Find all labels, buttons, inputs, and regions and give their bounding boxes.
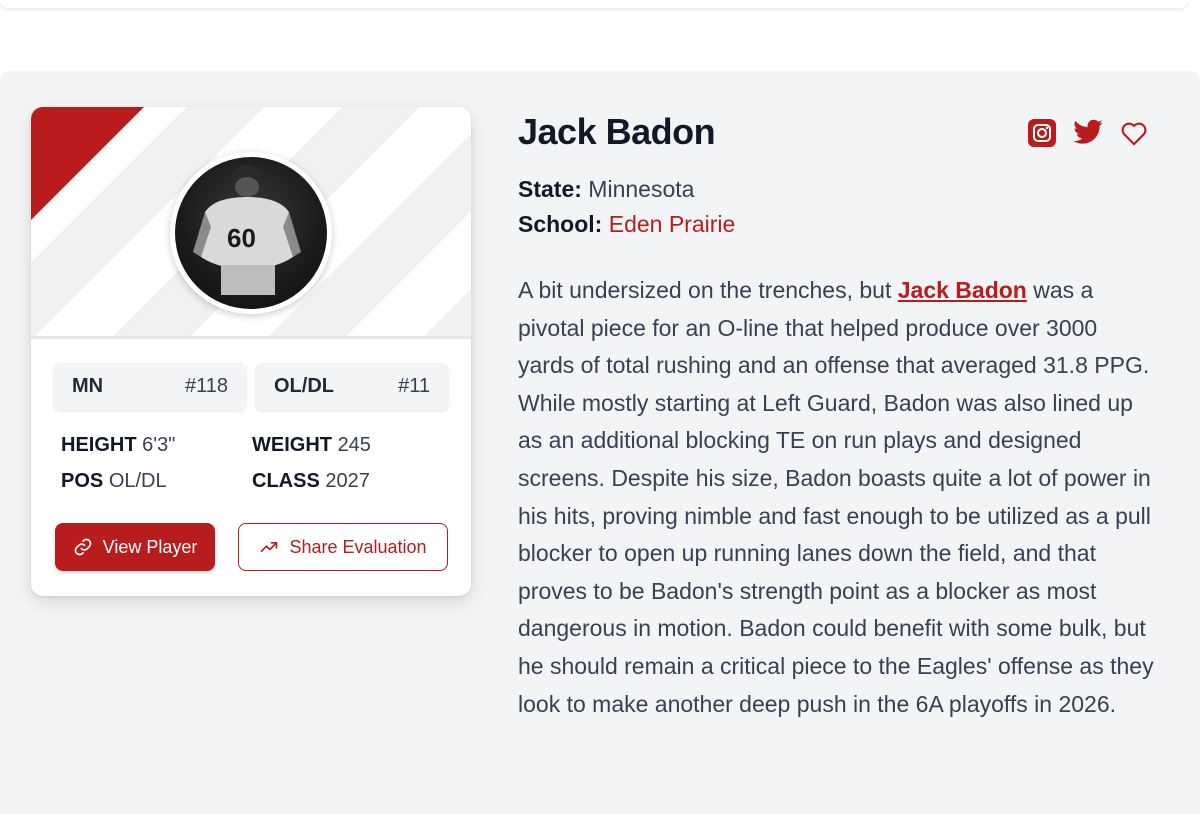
- heart-icon[interactable]: [1118, 117, 1150, 149]
- view-player-button[interactable]: View Player: [55, 523, 215, 571]
- card-hero-banner: 60: [31, 107, 471, 339]
- stat-pos: POS OL/DL: [61, 470, 167, 493]
- view-player-label: View Player: [102, 536, 198, 557]
- position-rank-label: OL/DL: [274, 375, 334, 397]
- player-state: State: Minnesota: [518, 176, 694, 203]
- position-rank-pill: OL/DL #11: [256, 363, 448, 410]
- player-evaluation-section: 60 MN #118 OL/DL #11 HEIGHT 6'3" WEIGHT …: [0, 71, 1200, 814]
- stat-class-value: 2027: [325, 470, 370, 492]
- state-rank-label: MN: [72, 375, 104, 397]
- school-label: School:: [518, 211, 603, 237]
- instagram-icon[interactable]: [1026, 117, 1058, 149]
- stat-weight-label: WEIGHT: [252, 434, 332, 456]
- social-icons: [1026, 117, 1151, 149]
- stat-class-label: CLASS: [252, 470, 320, 492]
- stat-height-label: HEIGHT: [61, 434, 137, 456]
- share-evaluation-button[interactable]: Share Evaluation: [238, 523, 448, 571]
- player-photo-image: 60: [193, 165, 301, 295]
- stat-weight-value: 245: [337, 434, 371, 456]
- stat-class: CLASS 2027: [252, 470, 370, 493]
- school-link[interactable]: Eden Prairie: [609, 211, 736, 237]
- stat-pos-value: OL/DL: [108, 470, 167, 492]
- player-card: 60 MN #118 OL/DL #11 HEIGHT 6'3" WEIGHT …: [31, 107, 471, 596]
- top-header-bar: [0, 0, 1188, 8]
- bio-text-start: A bit undersized on the trenches, but: [518, 277, 898, 303]
- player-school: School: Eden Prairie: [518, 211, 735, 238]
- trending-up-icon: [261, 542, 278, 552]
- red-corner-accent: [31, 107, 144, 220]
- position-rank-value: #11: [398, 375, 430, 397]
- stat-height: HEIGHT 6'3": [61, 434, 175, 457]
- player-bio: A bit undersized on the trenches, but Ja…: [518, 272, 1158, 723]
- state-rank-pill: MN #118: [54, 363, 246, 410]
- player-avatar[interactable]: 60: [170, 152, 332, 314]
- state-label: State:: [518, 176, 582, 202]
- stat-pos-label: POS: [61, 470, 104, 492]
- svg-text:60: 60: [227, 223, 256, 253]
- state-rank-value: #118: [184, 375, 228, 397]
- stat-height-value: 6'3": [142, 434, 176, 456]
- state-value: Minnesota: [588, 176, 695, 202]
- player-photo: 60: [175, 157, 327, 309]
- link-icon: [74, 538, 91, 556]
- player-name: Jack Badon: [518, 111, 716, 152]
- twitter-icon[interactable]: [1072, 117, 1104, 149]
- share-evaluation-label: Share Evaluation: [289, 536, 427, 557]
- player-name-link[interactable]: Jack Badon: [898, 277, 1027, 303]
- bio-text-rest: was a pivotal piece for an O-line that h…: [518, 277, 1154, 717]
- stat-weight: WEIGHT 245: [252, 434, 371, 457]
